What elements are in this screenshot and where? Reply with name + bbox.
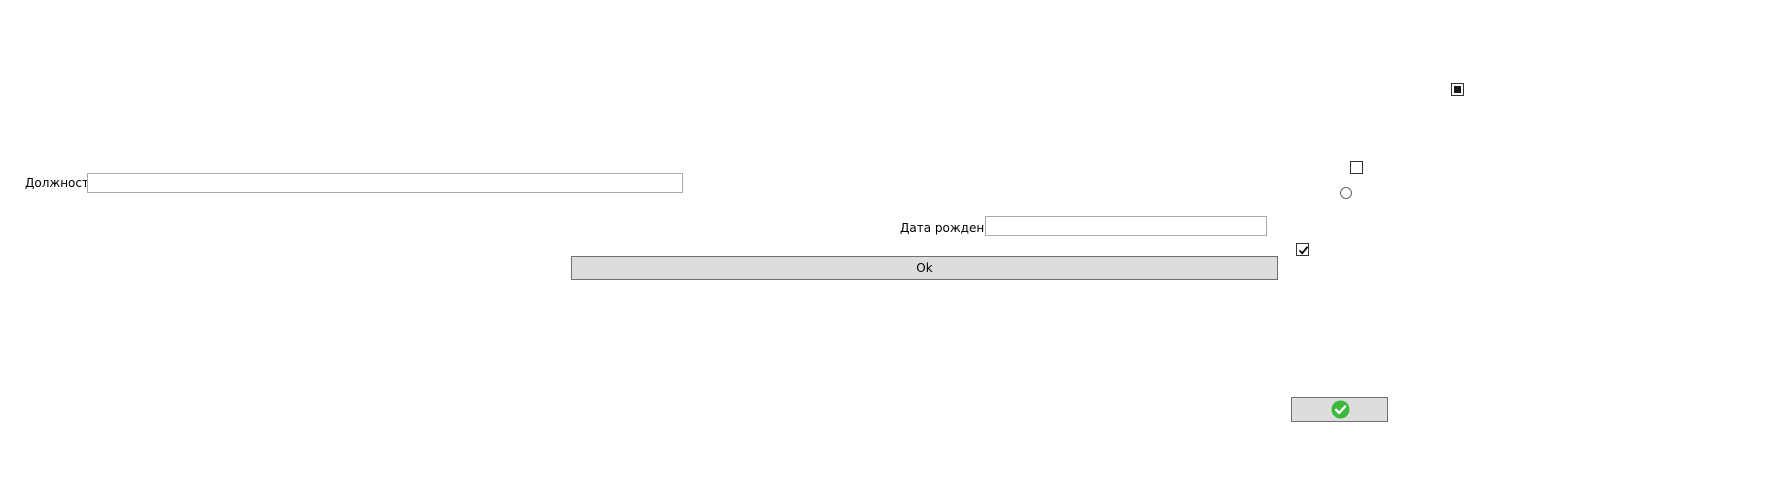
form-window: Должность Дата рождения Ok bbox=[0, 0, 1777, 503]
confirm-button[interactable] bbox=[1291, 397, 1388, 422]
check-circle-icon bbox=[1331, 400, 1350, 419]
radio-button[interactable] bbox=[1340, 187, 1352, 199]
checkmark-icon bbox=[1298, 246, 1309, 255]
unchecked-checkbox[interactable] bbox=[1350, 161, 1363, 174]
ok-button[interactable]: Ok bbox=[571, 256, 1278, 280]
indeterminate-checkbox[interactable] bbox=[1451, 83, 1464, 96]
position-input[interactable] bbox=[87, 173, 683, 193]
birthdate-input[interactable] bbox=[985, 216, 1267, 236]
checked-checkbox[interactable] bbox=[1296, 243, 1309, 256]
position-label: Должность bbox=[25, 176, 97, 190]
